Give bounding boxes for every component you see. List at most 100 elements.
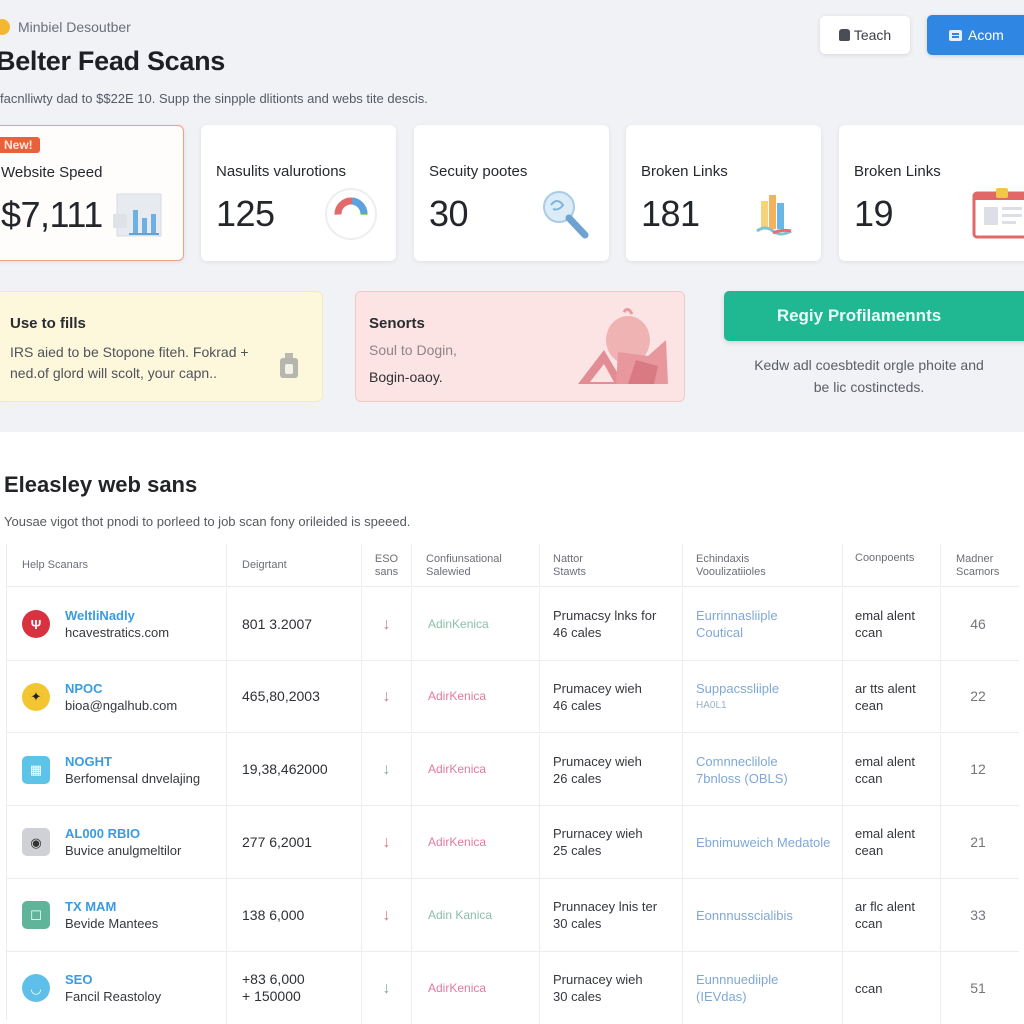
stat-card-valuations[interactable]: Nasulits valurotions 125 [201, 125, 396, 261]
cell-nattor: Prumacey wieh 26 cales [540, 733, 683, 806]
brand-name: Minbiel Desoutber [18, 19, 131, 35]
arrow-down-icon: ↓ [382, 761, 391, 779]
stat-card-broken-links-2[interactable]: Broken Links 19 [839, 125, 1024, 261]
promo-title: Senorts [369, 315, 425, 332]
th-deigrtant[interactable]: Deigrtant [227, 544, 362, 587]
confiunsational-value: AdirKenica [428, 834, 487, 849]
site-title-link[interactable]: NOGHT [65, 753, 226, 770]
cell-components: ccan [843, 952, 941, 1024]
cell-name: ◉ AL000 RBIO Buvice anulgmeltilor [7, 806, 227, 879]
confiunsational-value: Adin Kanica [428, 907, 493, 922]
components-line: ccan [855, 770, 883, 786]
acom-button[interactable]: Acom [927, 15, 1024, 55]
designant-value: 801 3.2007 [242, 615, 313, 632]
designant-value: +83 6,000 [242, 971, 305, 987]
components-line: cean [855, 843, 884, 859]
th-eso-sans[interactable]: ESO sans [362, 544, 412, 587]
document-icon [949, 29, 962, 41]
site-title-link[interactable]: AL000 RBIO [65, 825, 226, 842]
cell-madner: 21 [941, 806, 1015, 878]
promo-card-fills[interactable]: Use to fills IRS aied to be Stopone fite… [0, 291, 323, 402]
th-madner-scamors[interactable]: Madner Scamors [941, 544, 1015, 587]
th-confiunsational[interactable]: Confiunsational Salewied [412, 544, 540, 587]
arrow-down-icon: ↓ [382, 615, 391, 633]
echindaxis-link[interactable]: Comnneclilole [696, 753, 842, 770]
stat-card-website-speed[interactable]: New! Website Speed $7,111 [0, 125, 184, 261]
site-logo-icon: ▦ [22, 755, 50, 784]
stat-card-security[interactable]: Secuity pootes 30 [414, 125, 609, 261]
cell-nattor: Prumacsy lnks for 46 cales [540, 588, 683, 660]
nattor-line: 26 cales [553, 770, 602, 786]
stat-value: 181 [641, 193, 700, 234]
site-logo-icon: ✦ [22, 682, 50, 711]
echindaxis-link[interactable]: Suppacssliiple [696, 680, 842, 697]
echindaxis-link[interactable]: Eonnnusscialibis [696, 907, 842, 924]
cell-confiunsational: AdirKenica [412, 733, 540, 806]
confiunsational-value: AdirKenica [428, 762, 487, 777]
promo-text: IRS aied to be Stopone fiteh. Fokrad + [10, 344, 249, 360]
designant-value: 465,80,2003 [242, 688, 320, 705]
site-subtitle: Buvice anulgmeltilor [65, 843, 182, 859]
site-title-link[interactable]: SEO [65, 971, 226, 988]
site-logo-icon: ☐ [22, 901, 50, 930]
site-title-link[interactable]: WeltliNadly [65, 607, 226, 624]
regiy-profilaments-button[interactable]: Regiy Profilamennts [724, 291, 1024, 341]
echindaxis-link[interactable]: Eurrinnasliiple [696, 607, 842, 624]
nattor-line: 46 cales [553, 697, 602, 713]
teach-button[interactable]: Teach [820, 16, 910, 54]
madner-count: 21 [970, 833, 986, 850]
cell-echindaxis: Eurrinnasliiple Coutical [683, 588, 843, 660]
stat-label: Nasulits valurotions [216, 163, 347, 180]
designant-value: 138 6,000 [242, 906, 305, 923]
clipboard-icon [972, 188, 1024, 239]
components-line: emal alent [855, 753, 915, 769]
promo-text: ned.of glord will scolt, your capn.. [10, 365, 217, 381]
cell-designant: 19,38,462000 [227, 733, 362, 806]
madner-count: 46 [970, 615, 986, 632]
cell-components: emal alent ccan [843, 733, 941, 806]
cell-echindaxis: Eonnnusscialibis [683, 879, 843, 952]
cell-designant: 277 6,2001 [227, 806, 362, 879]
stat-value: 125 [216, 193, 275, 234]
cell-eso: ↓ [362, 588, 412, 660]
site-title-link[interactable]: TX MAM [65, 898, 226, 915]
site-logo-icon: Ψ [22, 610, 50, 638]
table-row[interactable]: ◡ SEO Fancil Reastoloy +83 6,000 + 15000… [7, 952, 1019, 1024]
cell-components: emal alent ccan [843, 588, 941, 660]
confiunsational-value: AdirKenica [428, 980, 487, 995]
promo-card-senorts[interactable]: Senorts Soul to Dogin, Bogin-oaoy. [355, 291, 685, 402]
cell-name: ☐ TX MAM Bevide Mantees [7, 879, 227, 952]
th-help-scanars[interactable]: Help Scanars [7, 544, 227, 587]
table-row[interactable]: ◉ AL000 RBIO Buvice anulgmeltilor 277 6,… [7, 806, 1019, 879]
table-row[interactable]: Ψ WeltliNadly hcavestratics.com 801 3.20… [7, 588, 1019, 661]
table-row[interactable]: ✦ NPOC bioa@ngalhub.com 465,80,2003 ↓ Ad… [7, 660, 1019, 734]
cell-name: ◡ SEO Fancil Reastoloy [7, 952, 227, 1024]
th-coonpoents[interactable]: Coonpoents [843, 544, 941, 587]
arrow-down-icon: ↓ [382, 688, 391, 706]
echindaxis-line: Coutical [696, 625, 743, 640]
echindaxis-link[interactable]: Eunnnuediiple [696, 971, 842, 988]
cell-name: ▦ NOGHT Berfomensal dnvelajing [7, 733, 227, 806]
cell-confiunsational: AdirKenica [412, 806, 540, 879]
scans-table: Help Scanars Deigrtant ESO sans Confiunsa… [6, 544, 1019, 1024]
arrow-down-icon: ↓ [382, 979, 391, 997]
echindaxis-link[interactable]: Ebnimuweich Medatole [696, 834, 842, 851]
cta-note-line: Kedw adl coesbtedit orgle phoite and [754, 357, 984, 373]
site-subtitle: Bevide Mantees [65, 916, 159, 932]
confiunsational-value: AdirKenica [428, 689, 487, 704]
table-row[interactable]: ☐ TX MAM Bevide Mantees 138 6,000 ↓ Adin… [7, 879, 1019, 952]
nattor-line: Prunnacey lnis ter [553, 899, 658, 915]
th-echindaxis[interactable]: Echindaxis Vooulizatiioles [683, 544, 843, 587]
nattor-line: Prumacsy lnks for [553, 608, 657, 623]
designant-value-2: + 150000 [242, 988, 301, 1004]
bar-chart-icon [113, 193, 162, 237]
cell-components: ar tts alent cean [843, 660, 941, 733]
stat-card-broken-links-1[interactable]: Broken Links 181 [626, 125, 821, 261]
madner-count: 33 [970, 906, 986, 923]
th-nattor-stawts[interactable]: Nattor Stawts [540, 544, 683, 587]
components-line: ar flc alent [855, 899, 915, 915]
table-row[interactable]: ▦ NOGHT Berfomensal dnvelajing 19,38,462… [7, 733, 1019, 807]
stat-label: Broken Links [641, 163, 728, 180]
site-title-link[interactable]: NPOC [65, 680, 226, 697]
cell-madner: 46 [941, 588, 1015, 660]
